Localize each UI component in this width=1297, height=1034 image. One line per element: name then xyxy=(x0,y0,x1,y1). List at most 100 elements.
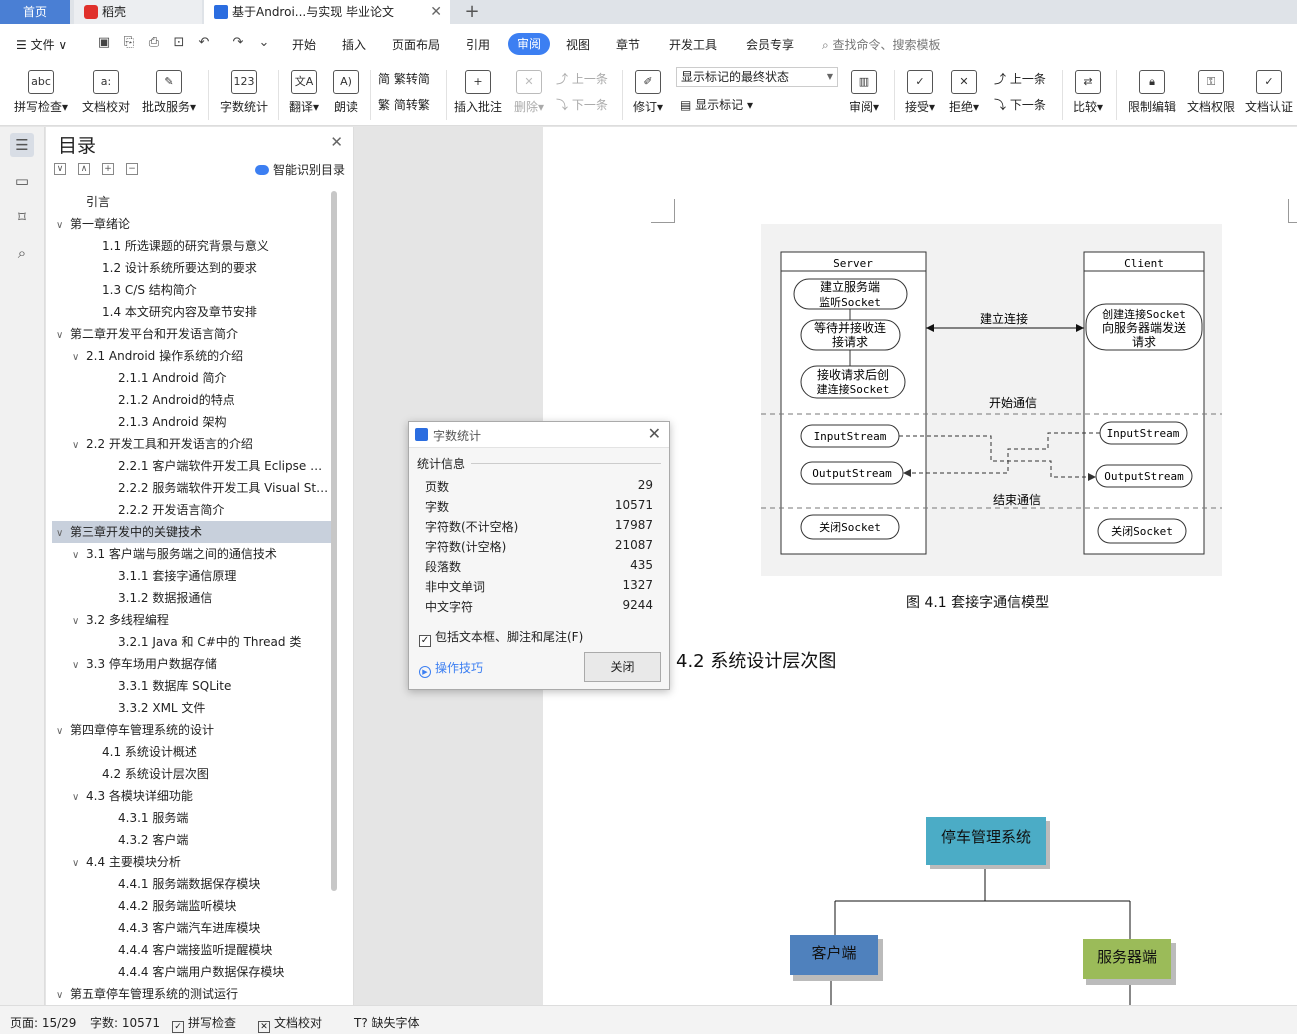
toc-item[interactable]: 1.3 C/S 结构简介 xyxy=(52,279,332,301)
chevron-down-icon[interactable]: ∨ xyxy=(56,215,70,235)
toc-item[interactable]: ∨ 第三章开发中的关键技术 xyxy=(52,521,332,543)
markup-state-select[interactable]: 显示标记的最终状态 ▼ xyxy=(676,67,838,87)
toc-item[interactable]: 2.1.1 Android 简介 xyxy=(52,367,332,389)
chevron-down-icon[interactable]: ∨ xyxy=(72,655,86,675)
new-tab-button[interactable]: + xyxy=(460,0,484,24)
compare-button[interactable]: ⇄ 比较▾ xyxy=(1068,70,1108,115)
smart-toc-button[interactable]: 智能识别目录 xyxy=(254,161,345,178)
save-icon[interactable]: ▣ xyxy=(96,35,112,51)
chevron-down-icon[interactable]: ∨ xyxy=(72,611,86,631)
expand-up-icon[interactable]: ∧ xyxy=(78,163,90,175)
remove-heading-icon[interactable]: − xyxy=(126,163,138,175)
tab-document[interactable]: 基于Androi...与实现 毕业论文 ✕ xyxy=(204,0,450,24)
toc-item[interactable]: 4.4.4 客户端接监听提醒模块 xyxy=(52,939,332,961)
print-icon[interactable]: ⎙ xyxy=(146,35,162,51)
chevron-down-icon[interactable]: ∨ xyxy=(56,721,70,741)
operation-tips-link[interactable]: ▶ 操作技巧 xyxy=(419,659,483,678)
toc-item[interactable]: 2.2.2 开发语言简介 xyxy=(52,499,332,521)
toc-item[interactable]: 引言 xyxy=(52,191,332,213)
toc-panel-icon[interactable]: ☰ xyxy=(10,133,34,157)
chevron-down-icon[interactable]: ∨ xyxy=(72,787,86,807)
word-count-indicator[interactable]: 字数: 10571 xyxy=(90,1014,160,1031)
toc-item[interactable]: ∨ 3.2 多线程编程 xyxy=(52,609,332,631)
prev-change-button[interactable]: ⤴ 上一条 xyxy=(994,70,1046,87)
close-icon[interactable]: ✕ xyxy=(648,424,661,443)
toc-item[interactable]: 4.1 系统设计概述 xyxy=(52,741,332,763)
print-preview-icon[interactable]: ⊡ xyxy=(171,35,187,51)
chevron-down-icon[interactable]: ∨ xyxy=(56,523,70,543)
toc-item[interactable]: 4.3.1 服务端 xyxy=(52,807,332,829)
doc-certify-button[interactable]: ✓ 文档认证 xyxy=(1242,70,1296,115)
menu-section[interactable]: 章节 xyxy=(616,36,640,53)
menu-page-layout[interactable]: 页面布局 xyxy=(392,36,440,53)
chevron-down-icon[interactable]: ∨ xyxy=(72,347,86,367)
accept-button[interactable]: ✓ 接受▾ xyxy=(900,70,940,115)
toc-item[interactable]: 4.4.4 客户端用户数据保存模块 xyxy=(52,961,332,983)
close-tab-icon[interactable]: ✕ xyxy=(430,0,442,24)
toc-scrollbar[interactable] xyxy=(331,191,337,891)
toc-item[interactable]: ∨ 第四章停车管理系统的设计 xyxy=(52,719,332,741)
toc-item[interactable]: 3.1.1 套接字通信原理 xyxy=(52,565,332,587)
restrict-edit-button[interactable]: 🔒︎ 限制编辑 xyxy=(1124,70,1180,115)
menu-view[interactable]: 视图 xyxy=(566,36,590,53)
next-comment-button[interactable]: ⤵ 下一条 xyxy=(556,96,608,113)
menu-member[interactable]: 会员专享 xyxy=(746,36,794,53)
toc-item[interactable]: 1.2 设计系统所要达到的要求 xyxy=(52,257,332,279)
close-button[interactable]: 关闭 xyxy=(584,652,661,682)
toc-item[interactable]: ∨ 3.3 停车场用户数据存储 xyxy=(52,653,332,675)
redo-icon[interactable]: ↷ xyxy=(230,35,246,51)
command-search[interactable]: ⌕ 查找命令、搜索模板 xyxy=(822,36,941,53)
toc-item[interactable]: 2.2.2 服务端软件开发工具 Visual Studio xyxy=(52,477,332,499)
add-heading-icon[interactable]: + xyxy=(102,163,114,175)
undo-icon[interactable]: ↶ xyxy=(196,35,212,51)
word-count-button[interactable]: 123 字数统计 xyxy=(216,70,272,115)
chevron-down-icon[interactable]: ∨ xyxy=(56,325,70,345)
include-textbox-checkbox[interactable]: ✓ 包括文本框、脚注和尾注(F) xyxy=(419,628,583,647)
collapse-all-icon[interactable]: ∨ xyxy=(54,163,66,175)
tab-daoke[interactable]: 稻壳 xyxy=(74,0,202,24)
status-missing-font[interactable]: T? 缺失字体 xyxy=(354,1014,420,1031)
toc-item[interactable]: 4.4.3 客户端汽车进库模块 xyxy=(52,917,332,939)
toc-item[interactable]: ∨ 第五章停车管理系统的测试运行 xyxy=(52,983,332,1005)
doc-permission-button[interactable]: ⚿ 文档权限 xyxy=(1184,70,1238,115)
read-aloud-button[interactable]: A) 朗读 xyxy=(328,70,364,115)
toc-item[interactable]: 4.4.2 服务端监听模块 xyxy=(52,895,332,917)
spellcheck-button[interactable]: abc 拼写检查▾ xyxy=(10,70,72,115)
toc-item[interactable]: 1.1 所选课题的研究背景与意义 xyxy=(52,235,332,257)
close-icon[interactable]: ✕ xyxy=(330,133,343,151)
toc-item[interactable]: 2.1.2 Android的特点 xyxy=(52,389,332,411)
toc-item[interactable]: 3.2.1 Java 和 C#中的 Thread 类 xyxy=(52,631,332,653)
toc-item[interactable]: 3.1.2 数据报通信 xyxy=(52,587,332,609)
toc-item[interactable]: 4.4.1 服务端数据保存模块 xyxy=(52,873,332,895)
toc-item[interactable]: ∨ 第一章绪论 xyxy=(52,213,332,235)
doc-proofread-button[interactable]: a: 文档校对 xyxy=(78,70,134,115)
menu-insert[interactable]: 插入 xyxy=(342,36,366,53)
insert-comment-button[interactable]: + 插入批注 xyxy=(452,70,504,115)
translate-button[interactable]: 文A 翻译▾ xyxy=(284,70,324,115)
simp-to-trad-button[interactable]: 繁 简转繁 xyxy=(378,96,430,113)
menu-file[interactable]: ☰ 文件 ∨ xyxy=(16,36,67,53)
batch-service-button[interactable]: ✎ 批改服务▾ xyxy=(138,70,200,115)
menu-start[interactable]: 开始 xyxy=(292,36,316,53)
export-pdf-icon[interactable]: ⎘ xyxy=(121,35,137,51)
menu-review[interactable]: 审阅 xyxy=(508,33,550,55)
toc-item[interactable]: ∨ 3.1 客户端与服务端之间的通信技术 xyxy=(52,543,332,565)
toc-item[interactable]: 4.2 系统设计层次图 xyxy=(52,763,332,785)
customize-quick-access-icon[interactable]: ⌄ xyxy=(256,35,272,51)
status-spellcheck[interactable]: ✓ 拼写检查 xyxy=(172,1014,236,1033)
chevron-down-icon[interactable]: ∨ xyxy=(72,545,86,565)
chevron-down-icon[interactable]: ∨ xyxy=(72,435,86,455)
dialog-titlebar[interactable]: 字数统计 ✕ xyxy=(409,422,669,448)
next-change-button[interactable]: ⤵ 下一条 xyxy=(994,96,1046,113)
toc-item[interactable]: ∨ 2.2 开发工具和开发语言的介绍 xyxy=(52,433,332,455)
status-proofread[interactable]: ✕ 文档校对 xyxy=(258,1014,322,1033)
search-icon[interactable]: ⌕ xyxy=(10,241,34,265)
show-markup-button[interactable]: ▤ 显示标记 ▾ xyxy=(680,96,753,113)
chevron-down-icon[interactable]: ∨ xyxy=(56,985,70,1005)
menu-references[interactable]: 引用 xyxy=(466,36,490,53)
toc-item[interactable]: 1.4 本文研究内容及章节安排 xyxy=(52,301,332,323)
revise-button[interactable]: ✐ 修订▾ xyxy=(628,70,668,115)
toc-item[interactable]: ∨ 4.4 主要模块分析 xyxy=(52,851,332,873)
prev-comment-button[interactable]: ⤴ 上一条 xyxy=(556,70,608,87)
toc-item[interactable]: 3.3.1 数据库 SQLite xyxy=(52,675,332,697)
